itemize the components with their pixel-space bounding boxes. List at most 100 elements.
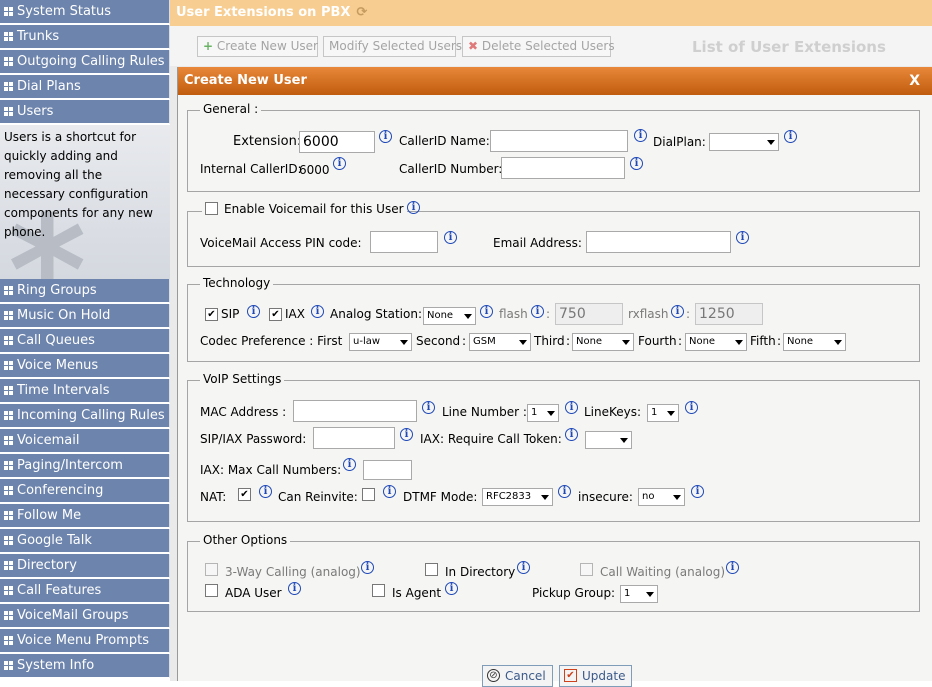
sidebar-item-conferencing[interactable]: Conferencing <box>0 479 170 503</box>
cancel-icon: ⊘ <box>487 669 500 682</box>
sidebar-item-music-on-hold[interactable]: Music On Hold <box>0 304 170 328</box>
chevron-down-icon <box>667 411 675 416</box>
sidebar-item-system-status[interactable]: System Status <box>0 0 170 24</box>
info-icon[interactable]: i <box>517 561 530 574</box>
technology-legend: Technology <box>200 276 274 290</box>
line-number-select[interactable]: 1 <box>527 404 559 422</box>
modify-selected-users-button[interactable]: Modify Selected Users <box>323 36 462 57</box>
callerid-name-input[interactable] <box>490 130 628 152</box>
max-call-numbers-input[interactable] <box>363 460 412 480</box>
ada-user-checkbox[interactable] <box>205 584 218 597</box>
info-icon[interactable]: i <box>379 130 392 143</box>
sidebar-item-system-info[interactable]: System Info <box>0 654 170 678</box>
extension-input[interactable] <box>299 131 375 153</box>
sidebar-item-incoming-calling-rules[interactable]: Incoming Calling Rules <box>0 404 170 428</box>
sidebar-item-call-features[interactable]: Call Features <box>0 579 170 603</box>
rxflash-label: rxflash <box>628 307 669 321</box>
info-icon[interactable]: i <box>726 561 739 574</box>
email-label: Email Address: <box>493 236 582 250</box>
create-new-user-button[interactable]: + Create New User <box>197 36 318 57</box>
analog-station-select[interactable]: None <box>423 307 476 325</box>
info-icon[interactable]: i <box>565 401 578 414</box>
mac-address-input[interactable] <box>293 400 417 422</box>
sidebar-item-outgoing-calling-rules[interactable]: Outgoing Calling Rules <box>0 50 170 74</box>
require-call-token-select[interactable] <box>585 431 632 449</box>
info-icon[interactable]: i <box>558 485 571 498</box>
callerid-number-input[interactable] <box>501 157 625 179</box>
codec-second-select[interactable]: GSM <box>469 333 531 351</box>
chevron-down-icon <box>646 592 654 597</box>
info-icon[interactable]: i <box>400 428 413 441</box>
chevron-down-icon <box>620 438 628 443</box>
sidebar-item-google-talk[interactable]: Google Talk <box>0 529 170 553</box>
info-icon[interactable]: i <box>784 130 797 143</box>
linekeys-select[interactable]: 1 <box>647 404 679 422</box>
info-icon[interactable]: i <box>407 201 420 214</box>
sidebar-item-directory[interactable]: Directory <box>0 554 170 578</box>
in-directory-checkbox[interactable] <box>425 563 438 576</box>
flash-input[interactable] <box>555 303 623 325</box>
dialplan-select[interactable] <box>709 133 779 151</box>
voicemail-pin-input[interactable] <box>370 231 438 253</box>
sidebar-item-paging-intercom[interactable]: Paging/Intercom <box>0 454 170 478</box>
sidebar-item-time-intervals[interactable]: Time Intervals <box>0 379 170 403</box>
info-icon[interactable]: i <box>247 305 260 318</box>
info-icon[interactable]: i <box>444 231 457 244</box>
info-icon[interactable]: i <box>311 305 324 318</box>
plus-icon: + <box>203 39 214 53</box>
sip-iax-password-input[interactable] <box>313 427 395 449</box>
info-icon[interactable]: i <box>383 485 396 498</box>
grid-icon <box>4 436 13 445</box>
dtmf-mode-select[interactable]: RFC2833 <box>482 488 553 506</box>
info-icon[interactable]: i <box>288 582 301 595</box>
info-icon[interactable]: i <box>422 401 435 414</box>
info-icon[interactable]: i <box>671 305 684 318</box>
sidebar-item-voicemail[interactable]: Voicemail <box>0 429 170 453</box>
grid-icon <box>4 82 13 91</box>
info-icon[interactable]: i <box>333 157 346 170</box>
info-icon[interactable]: i <box>630 157 643 170</box>
info-icon[interactable]: i <box>343 458 356 471</box>
rxflash-input[interactable] <box>695 303 763 325</box>
sidebar-item-voicemail-groups[interactable]: VoiceMail Groups <box>0 604 170 628</box>
insecure-select[interactable]: no <box>638 488 685 506</box>
delete-selected-users-button[interactable]: ✖ Delete Selected Users <box>462 36 615 57</box>
can-reinvite-checkbox[interactable] <box>362 488 375 501</box>
iax-checkbox[interactable]: ✔ <box>269 308 282 321</box>
pickup-group-select[interactable]: 1 <box>620 585 658 603</box>
sidebar-item-ring-groups[interactable]: Ring Groups <box>0 279 170 303</box>
codec-fifth-select[interactable]: None <box>783 333 846 351</box>
codec-third-select[interactable]: None <box>572 333 634 351</box>
close-button[interactable]: X <box>909 67 920 95</box>
info-icon[interactable]: i <box>480 305 493 318</box>
email-input[interactable] <box>586 231 731 253</box>
info-icon[interactable]: i <box>259 485 272 498</box>
info-icon[interactable]: i <box>361 561 374 574</box>
enable-voicemail-checkbox[interactable] <box>205 202 218 215</box>
refresh-icon[interactable]: ⟳ <box>356 5 367 20</box>
sip-checkbox[interactable]: ✔ <box>205 308 218 321</box>
info-icon[interactable]: i <box>445 582 458 595</box>
codec-first-select[interactable]: u-law <box>349 333 412 351</box>
update-button[interactable]: ✔ Update <box>559 665 633 687</box>
three-way-calling-checkbox[interactable] <box>205 563 218 576</box>
info-icon[interactable]: i <box>634 129 647 142</box>
sidebar-item-follow-me[interactable]: Follow Me <box>0 504 170 528</box>
info-icon[interactable]: i <box>736 231 749 244</box>
sidebar-item-voice-menus[interactable]: Voice Menus <box>0 354 170 378</box>
info-icon[interactable]: i <box>531 305 544 318</box>
info-icon[interactable]: i <box>565 428 578 441</box>
info-icon[interactable]: i <box>691 485 704 498</box>
sidebar-item-dial-plans[interactable]: Dial Plans <box>0 75 170 99</box>
sidebar-item-voice-menu-prompts[interactable]: Voice Menu Prompts <box>0 629 170 653</box>
info-icon[interactable]: i <box>685 401 698 414</box>
sidebar-item-call-queues[interactable]: Call Queues <box>0 329 170 353</box>
cancel-button[interactable]: ⊘ Cancel <box>482 665 553 687</box>
nat-checkbox[interactable]: ✔ <box>238 488 251 501</box>
sidebar-item-users[interactable]: Users <box>0 100 170 124</box>
pin-label: VoiceMail Access PIN code: <box>200 236 362 250</box>
codec-fourth-select[interactable]: None <box>685 333 747 351</box>
call-waiting-checkbox[interactable] <box>580 563 593 576</box>
sidebar-item-trunks[interactable]: Trunks <box>0 25 170 49</box>
is-agent-checkbox[interactable] <box>372 584 385 597</box>
